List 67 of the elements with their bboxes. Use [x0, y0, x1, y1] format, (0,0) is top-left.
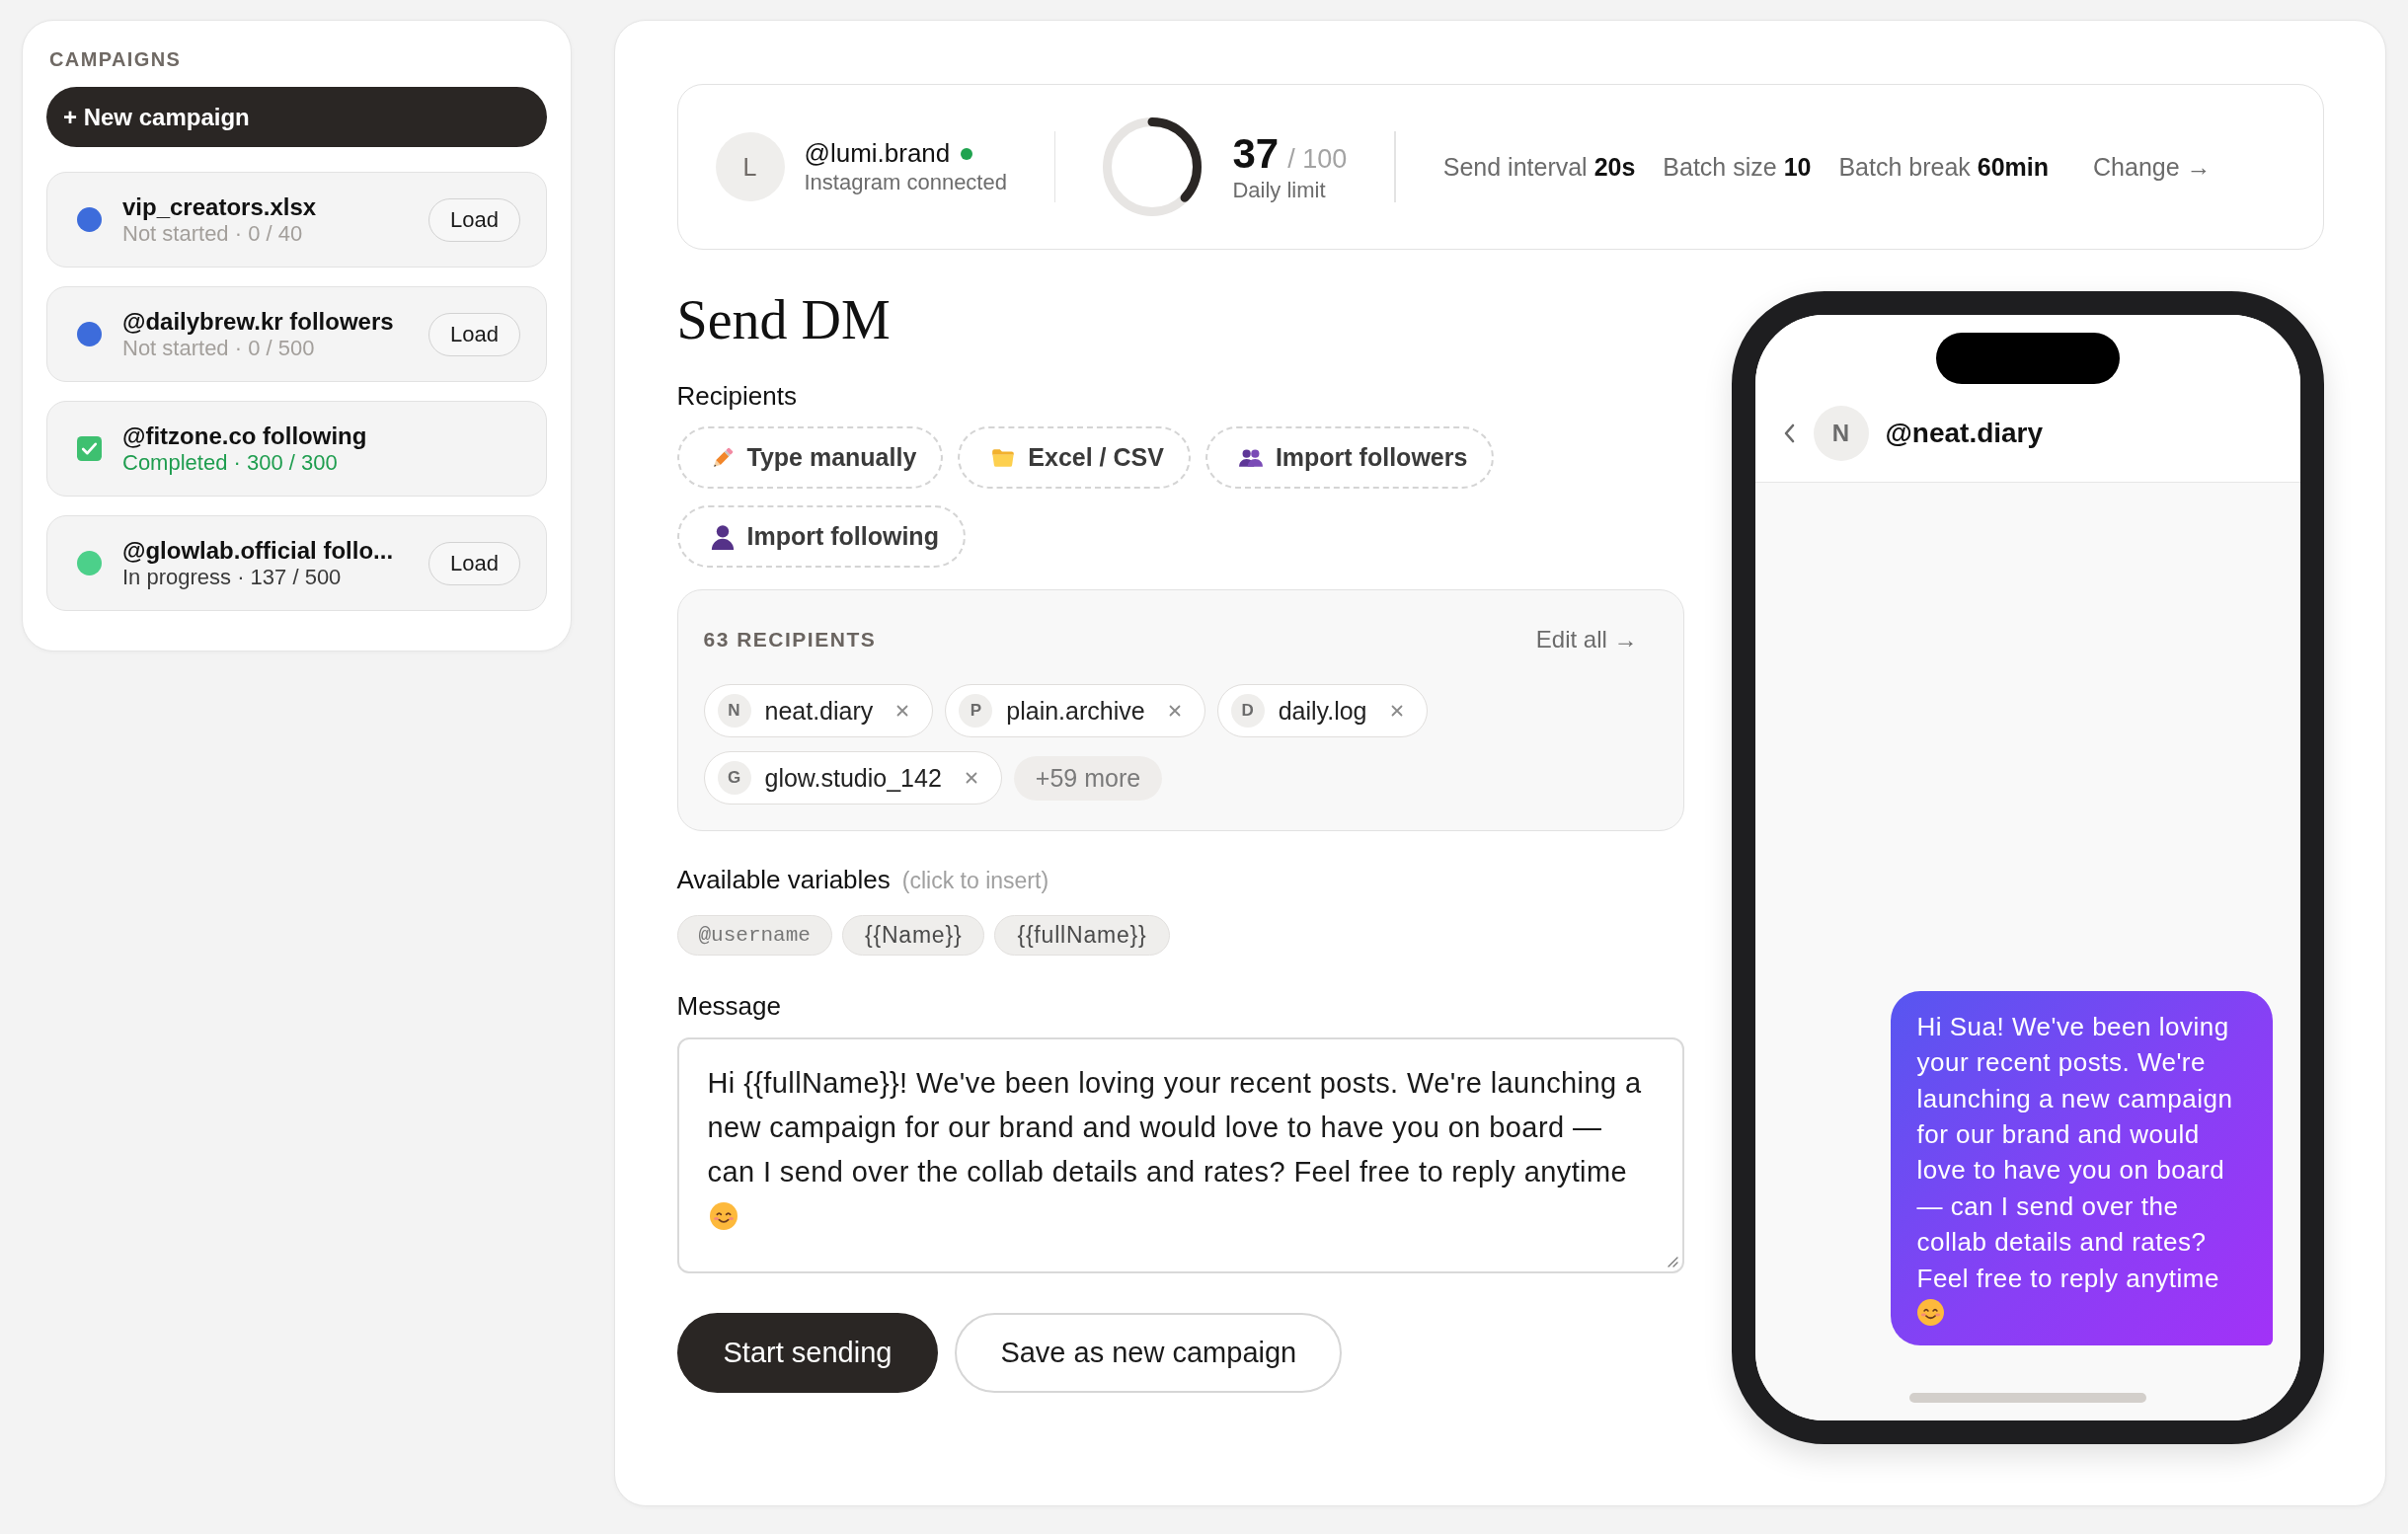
smiling-face-icon [1916, 1299, 1944, 1326]
home-bar-icon [1908, 1393, 2146, 1403]
more-chip[interactable]: +59 more [1013, 755, 1163, 801]
back-chevron-icon[interactable] [1782, 422, 1796, 444]
avatar: G [717, 761, 751, 795]
hint-text: (click to insert) [901, 868, 1049, 894]
campaign-card[interactable]: vip_creators.xlsx Not started · 0 / 40 Load [46, 172, 547, 268]
source-button[interactable]: Import following [676, 505, 966, 568]
campaign-card[interactable]: @fitzone.co following Completed · 300 / 300 [46, 401, 547, 497]
campaign-name: @fitzone.co following [122, 422, 367, 450]
connection-status: Instagram connected [804, 169, 1007, 195]
recipients-count: 63 RECIPIENTS [703, 628, 877, 652]
campaign-name: @glowlab.official follo... [122, 536, 394, 565]
campaign-name: @dailybrew.kr followers [122, 307, 394, 336]
new-campaign-button[interactable]: + New campaign [46, 87, 547, 147]
avatar: N [717, 694, 751, 728]
close-icon[interactable] [1390, 705, 1403, 717]
message-field[interactable]: Hi {{fullName}}! We've been loving your recent posts. We're launching a new campaign for our brand and would love to have you on board — can I send over the collab details and rates? Feel free to reply anytime [676, 1037, 1684, 1273]
avatar: P [959, 694, 993, 728]
recipient-name: neat.diary [764, 696, 874, 726]
campaign-progress: Not started · 0 / 40 [122, 221, 303, 247]
source-button[interactable]: Excel / CSV [958, 426, 1191, 489]
account-handle: @lumi.brand [804, 138, 951, 169]
page-title: Send DM [676, 292, 891, 347]
limit-total: / 100 [1287, 143, 1348, 175]
sidebar-title: CAMPAIGNS [49, 47, 182, 71]
avatar: D [1230, 694, 1265, 728]
load-button[interactable]: Load [428, 312, 520, 356]
person-icon [709, 523, 736, 550]
recipient-name: plain.archive [1006, 696, 1145, 726]
variable-chip[interactable]: {{Name}} [841, 915, 985, 956]
campaign-name: vip_creators.xlsx [122, 192, 317, 221]
notch-icon [1935, 333, 2120, 384]
recipient-name: glow.studio_142 [764, 763, 942, 793]
limit-label: Daily limit [1232, 176, 1327, 203]
setting-text: Send interval 20s [1442, 152, 1636, 182]
resize-grip-icon [1666, 1256, 1679, 1268]
avatar: L [715, 132, 785, 201]
smiling-face-icon [709, 1202, 738, 1230]
recipient-name: daily.log [1278, 696, 1367, 726]
section-label: Recipients [676, 380, 797, 412]
load-button[interactable]: Load [428, 197, 520, 242]
setting-text: Batch size 10 [1663, 152, 1812, 182]
bubble-text: Hi Sua! We've been loving your recent posts. We're launching a new campaign for our brand and would love to have you on board — can I send over the collab details and rates? Feel free to reply anytime [1916, 1011, 2233, 1293]
variable-chip[interactable]: {{fullName}} [994, 915, 1170, 956]
chat-handle: @neat.diary [1885, 417, 2044, 449]
campaign-progress: In progress · 137 / 500 [122, 565, 342, 590]
section-label: Message [676, 990, 781, 1022]
edit-all-link[interactable]: Edit all → [1535, 626, 1638, 653]
save-button[interactable]: Save as new campaign [955, 1313, 1343, 1393]
close-icon[interactable] [965, 772, 977, 784]
load-button[interactable]: Load [428, 541, 520, 585]
variable-chip[interactable]: @username [676, 915, 832, 956]
campaign-progress: Completed · 300 / 300 [122, 450, 338, 476]
campaign-card[interactable]: @dailybrew.kr followers Not started · 0 / 500 Load [46, 286, 547, 382]
campaign-progress: Not started · 0 / 500 [122, 336, 315, 361]
setting-text: Batch break 60min [1838, 152, 2050, 182]
send-button[interactable]: Start sending [676, 1313, 939, 1393]
limit-count: 37 [1232, 130, 1280, 177]
source-button[interactable]: Type manually [676, 426, 944, 489]
close-icon[interactable] [896, 705, 909, 717]
avatar: N [1813, 405, 1869, 461]
change-link[interactable]: Change → [2093, 152, 2212, 182]
section-label: Available variables [676, 864, 891, 895]
source-button[interactable]: Import followers [1204, 426, 1495, 489]
close-icon[interactable] [1168, 705, 1181, 717]
campaign-card[interactable]: @glowlab.official follo... In progress · 137 / 500 Load [46, 515, 547, 611]
